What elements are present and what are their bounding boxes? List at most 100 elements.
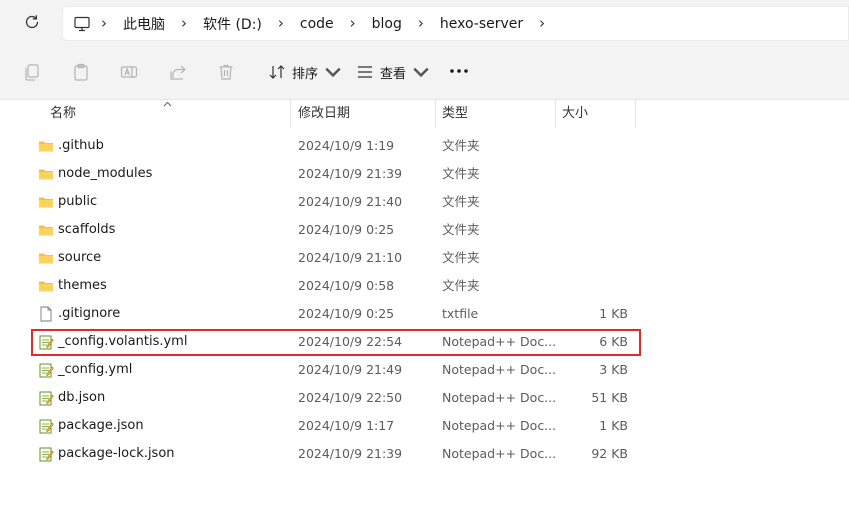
chevron-right-icon[interactable]: › [408, 16, 434, 31]
folder-icon [39, 281, 53, 292]
file-type: Notepad++ Doc... [442, 362, 557, 377]
computer-icon[interactable] [73, 15, 91, 33]
breadcrumb-item-this-pc[interactable]: 此电脑 [117, 14, 171, 34]
folder-icon [39, 141, 53, 152]
file-type: 文件夹 [442, 166, 480, 181]
file-name: scaffolds [58, 222, 116, 237]
file-date: 2024/10/9 21:39 [298, 166, 403, 181]
file-type: Notepad++ Doc... [442, 390, 557, 405]
view-label: 查看 [380, 66, 407, 82]
file-size: 3 KB [599, 362, 628, 377]
file-row[interactable]: package.json 2024/10/9 1:17 Notepad++ Do… [30, 412, 642, 440]
breadcrumb-item-code[interactable]: code [294, 16, 340, 32]
sort-icon [269, 65, 285, 79]
file-name: themes [58, 278, 107, 293]
file-name: source [58, 250, 102, 265]
sort-button[interactable]: 排序 [268, 59, 342, 85]
view-icon [358, 66, 372, 78]
folder-icon [39, 197, 53, 208]
file-name: package.json [58, 418, 144, 433]
file-name: .gitignore [58, 306, 121, 321]
notepad-file-icon [39, 391, 54, 406]
file-row[interactable]: public 2024/10/9 21:40 文件夹 [30, 188, 642, 216]
column-header-name[interactable]: 名称 [50, 100, 290, 128]
file-size: 1 KB [599, 306, 628, 321]
column-header-type[interactable]: 类型 [442, 100, 552, 128]
file-type: 文件夹 [442, 222, 480, 237]
folder-icon [39, 169, 53, 180]
file-name: _config.volantis.yml [58, 334, 188, 349]
file-row[interactable]: scaffolds 2024/10/9 0:25 文件夹 [30, 216, 642, 244]
notepad-file-icon [39, 447, 54, 462]
refresh-icon[interactable] [22, 12, 42, 32]
file-date: 2024/10/9 22:50 [298, 390, 403, 405]
file-name: package-lock.json [58, 446, 175, 461]
file-type: Notepad++ Doc... [442, 334, 557, 349]
file-type: Notepad++ Doc... [442, 418, 557, 433]
file-name: db.json [58, 390, 106, 405]
file-date: 2024/10/9 1:17 [298, 418, 395, 433]
notepad-file-icon [39, 419, 54, 434]
share-icon[interactable] [168, 62, 188, 82]
file-row[interactable]: package-lock.json 2024/10/9 21:39 Notepa… [30, 440, 642, 468]
folder-icon [39, 253, 53, 264]
breadcrumb-item-blog[interactable]: blog [366, 16, 408, 32]
file-size: 1 KB [599, 418, 628, 433]
text-file-icon [40, 306, 52, 322]
file-size: 6 KB [599, 334, 628, 349]
command-bar: 排序 查看 [0, 45, 849, 100]
copy-icon[interactable] [22, 62, 42, 82]
file-date: 2024/10/9 0:58 [298, 278, 395, 293]
column-header-date[interactable]: 修改日期 [298, 100, 433, 128]
address-bar-row: › 此电脑 › 软件 (D:) › code › blog › hexo-ser… [0, 0, 849, 45]
column-divider[interactable] [290, 100, 291, 128]
sort-label: 排序 [292, 66, 319, 82]
chevron-right-icon[interactable]: › [340, 16, 366, 31]
chevron-down-icon [413, 67, 429, 78]
chevron-right-icon[interactable]: › [268, 16, 294, 31]
file-date: 2024/10/9 22:54 [298, 334, 403, 349]
chevron-right-icon[interactable]: › [91, 16, 117, 31]
file-name: public [58, 194, 98, 209]
file-type: txtfile [442, 306, 479, 321]
file-name: .github [58, 138, 104, 153]
file-date: 2024/10/9 0:25 [298, 222, 395, 237]
delete-icon[interactable] [216, 62, 236, 82]
view-button[interactable]: 查看 [356, 59, 430, 85]
breadcrumb-item-hexo-server[interactable]: hexo-server [434, 16, 529, 32]
file-row[interactable]: node_modules 2024/10/9 21:39 文件夹 [30, 160, 642, 188]
notepad-file-icon [39, 363, 54, 378]
file-date: 2024/10/9 1:19 [298, 138, 395, 153]
file-row[interactable]: _config.yml 2024/10/9 21:49 Notepad++ Do… [30, 356, 642, 384]
file-type: 文件夹 [442, 138, 480, 153]
file-date: 2024/10/9 21:39 [298, 446, 403, 461]
file-type: Notepad++ Doc... [442, 446, 557, 461]
chevron-right-icon[interactable]: › [171, 16, 197, 31]
column-divider[interactable] [435, 100, 436, 128]
file-date: 2024/10/9 21:40 [298, 194, 403, 209]
file-row[interactable]: themes 2024/10/9 0:58 文件夹 [30, 272, 642, 300]
chevron-down-icon [325, 67, 341, 78]
file-type: 文件夹 [442, 194, 480, 209]
file-date: 2024/10/9 21:49 [298, 362, 403, 377]
rename-icon[interactable] [119, 62, 139, 82]
file-size: 92 KB [591, 446, 628, 461]
file-row[interactable]: .github 2024/10/9 1:19 文件夹 [30, 132, 642, 160]
file-row[interactable]: .gitignore 2024/10/9 0:25 txtfile 1 KB [30, 300, 642, 328]
column-header-size[interactable]: 大小 [562, 100, 632, 128]
column-divider[interactable] [635, 100, 636, 128]
file-row[interactable]: _config.volantis.yml 2024/10/9 22:54 Not… [30, 328, 642, 356]
file-row[interactable]: source 2024/10/9 21:10 文件夹 [30, 244, 642, 272]
breadcrumb[interactable]: › 此电脑 › 软件 (D:) › code › blog › hexo-ser… [62, 6, 849, 41]
column-divider[interactable] [555, 100, 556, 128]
notepad-file-icon [39, 335, 54, 350]
file-name: node_modules [58, 166, 153, 181]
folder-icon [39, 225, 53, 236]
file-type: 文件夹 [442, 250, 480, 265]
file-name: _config.yml [58, 362, 133, 377]
more-options-icon[interactable] [448, 67, 470, 75]
file-row[interactable]: db.json 2024/10/9 22:50 Notepad++ Doc...… [30, 384, 642, 412]
chevron-right-icon[interactable]: › [529, 16, 555, 31]
breadcrumb-item-drive-d[interactable]: 软件 (D:) [197, 14, 268, 34]
paste-icon[interactable] [71, 62, 91, 82]
